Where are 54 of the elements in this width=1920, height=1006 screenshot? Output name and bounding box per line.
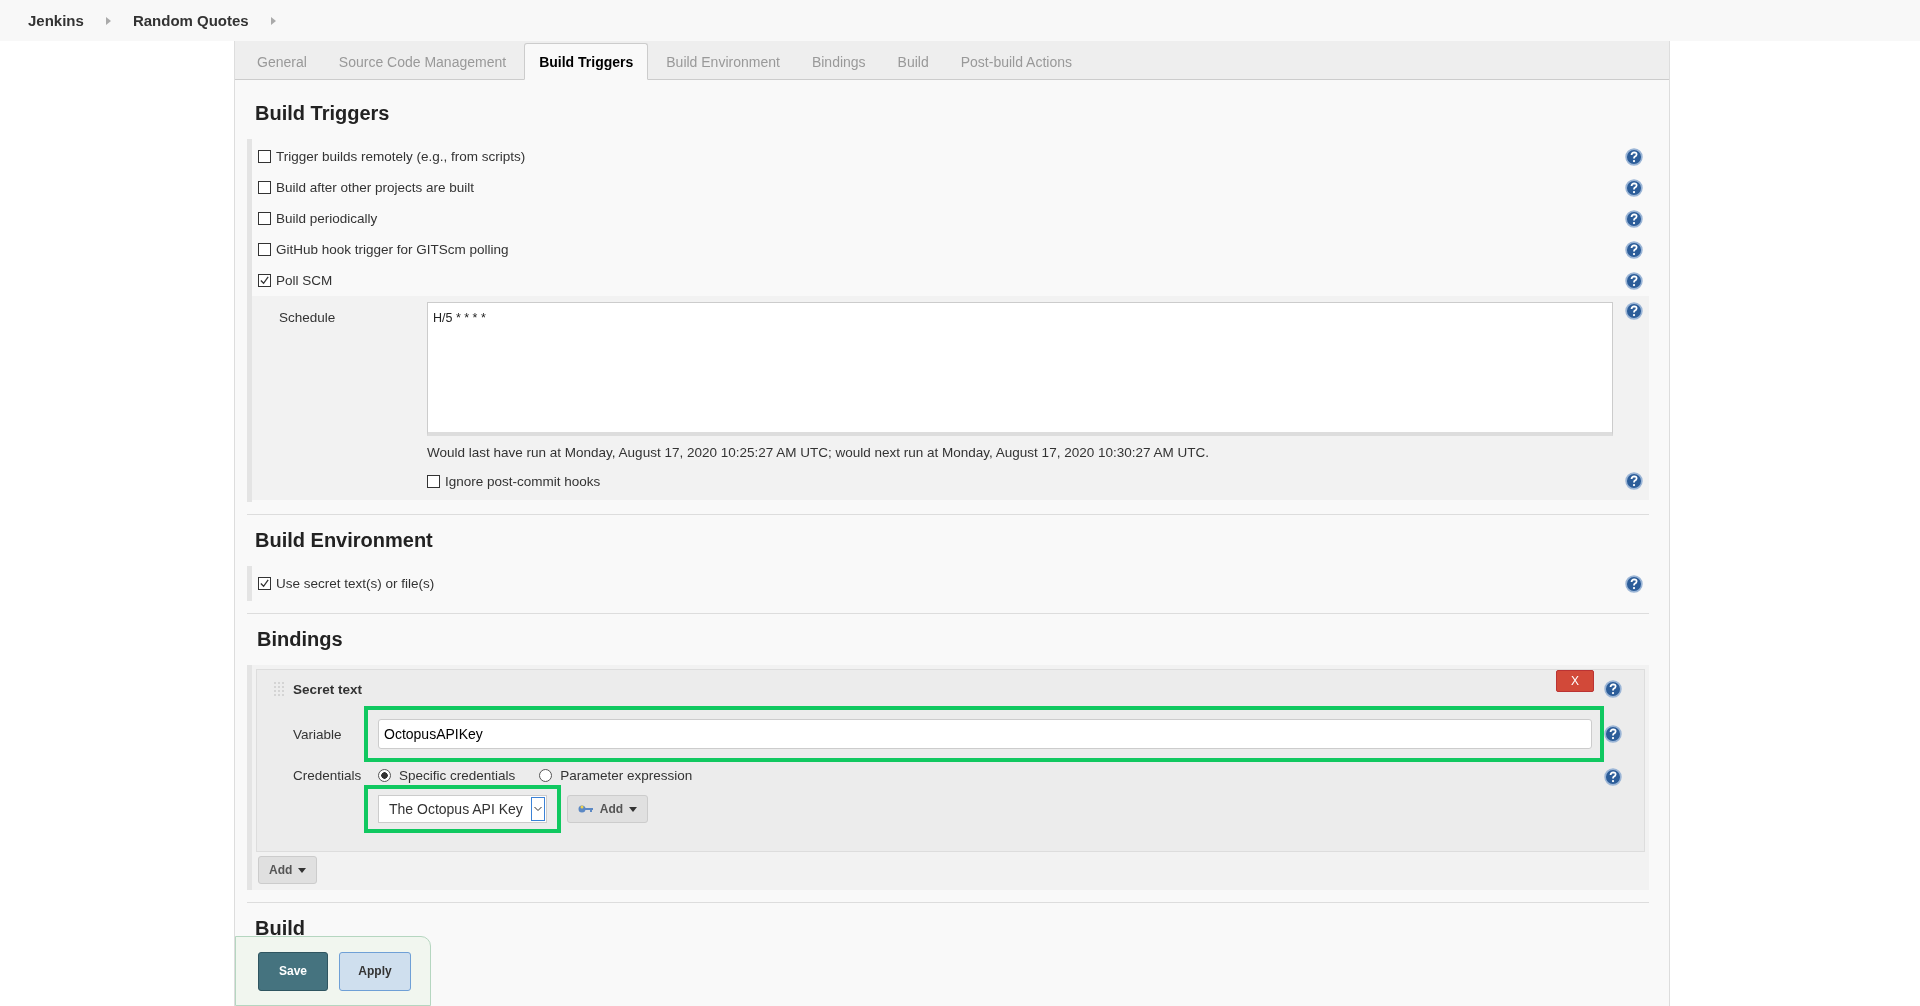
chevron-down-icon[interactable] bbox=[530, 797, 545, 821]
section-heading: Build bbox=[255, 917, 306, 940]
field-label: Schedule bbox=[279, 309, 337, 325]
help-icon[interactable] bbox=[1625, 147, 1643, 166]
breadcrumb-link[interactable]: Random Quotes bbox=[132, 12, 249, 29]
help-icon[interactable] bbox=[1625, 574, 1643, 593]
tab[interactable]: Build Triggers bbox=[524, 43, 649, 80]
help-icon[interactable] bbox=[1604, 768, 1622, 786]
save-button[interactable]: Save bbox=[258, 951, 328, 991]
section-heading: Bindings bbox=[257, 628, 344, 651]
variable-input[interactable]: OctopusAPIKey bbox=[378, 719, 1592, 749]
radio-button[interactable] bbox=[378, 769, 391, 782]
drag-handle-icon[interactable] bbox=[273, 681, 285, 697]
help-icon[interactable] bbox=[1625, 472, 1643, 490]
delete-button[interactable]: X bbox=[1556, 670, 1594, 692]
checkbox[interactable] bbox=[427, 474, 440, 488]
help-icon[interactable] bbox=[1625, 178, 1643, 197]
checkbox[interactable] bbox=[258, 212, 271, 225]
schedule-textarea[interactable]: H/5 * * * * bbox=[427, 302, 1613, 436]
checkbox-label: GitHub hook trigger for GITScm polling bbox=[276, 242, 509, 257]
field-label: Credentials bbox=[293, 768, 363, 783]
help-icon[interactable] bbox=[1625, 209, 1643, 228]
checkbox-label: Use secret text(s) or file(s) bbox=[276, 576, 435, 591]
key-icon bbox=[577, 804, 594, 814]
checkbox-label: Trigger builds remotely (e.g., from scripts) bbox=[276, 149, 526, 164]
checkbox-label: Poll SCM bbox=[276, 273, 333, 288]
section-heading: Build Triggers bbox=[255, 102, 391, 125]
add-credentials-button[interactable]: Add bbox=[566, 795, 649, 823]
binding-title: Secret text bbox=[293, 681, 364, 697]
section-heading: Build Environment bbox=[255, 529, 434, 552]
checkbox[interactable] bbox=[258, 150, 271, 163]
checkbox-label: Build after other projects are built bbox=[276, 180, 475, 195]
help-icon[interactable] bbox=[1604, 680, 1622, 698]
schedule-note: Would last have run at Monday, August 17, 2020 10:25:27 AM UTC; would next run at Monday, August 17, 2020 10:30:27 AM UTC. bbox=[427, 445, 1210, 460]
radio-label: Specific credentials bbox=[399, 768, 516, 783]
checkbox[interactable] bbox=[258, 243, 271, 256]
help-icon[interactable] bbox=[1625, 302, 1643, 320]
apply-button[interactable]: Apply bbox=[339, 951, 411, 991]
help-icon[interactable] bbox=[1625, 240, 1643, 259]
help-icon[interactable] bbox=[1625, 271, 1643, 290]
checkbox[interactable] bbox=[258, 577, 271, 590]
field-label: Variable bbox=[293, 726, 343, 742]
checkbox[interactable] bbox=[258, 181, 271, 194]
breadcrumb-link[interactable]: Jenkins bbox=[28, 12, 84, 29]
radio-label: Parameter expression bbox=[560, 768, 693, 783]
caret-icon bbox=[629, 806, 638, 812]
help-icon[interactable] bbox=[1604, 725, 1622, 743]
checkbox-label: Ignore post-commit hooks bbox=[445, 473, 601, 489]
checkbox[interactable] bbox=[258, 274, 271, 287]
add-binding-button[interactable]: Add bbox=[258, 856, 318, 884]
radio-button[interactable] bbox=[539, 769, 553, 782]
caret-icon bbox=[298, 867, 307, 873]
credentials-select[interactable]: The Octopus API Key bbox=[378, 795, 547, 823]
checkbox-label: Build periodically bbox=[276, 211, 378, 226]
